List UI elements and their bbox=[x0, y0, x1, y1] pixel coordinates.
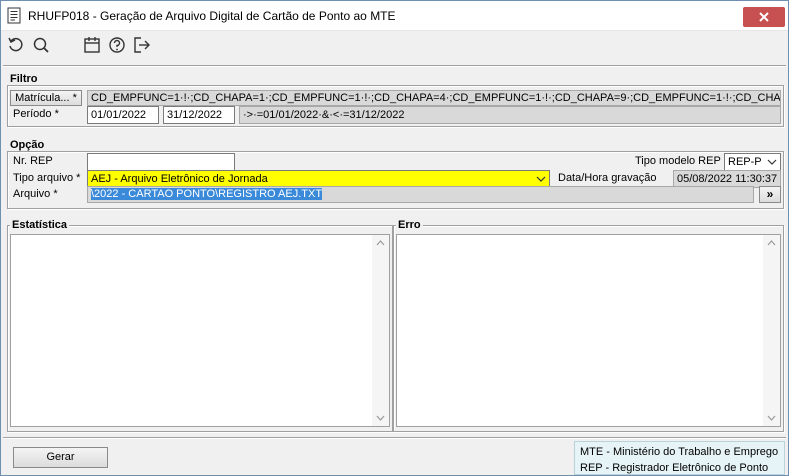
matricula-button[interactable]: Matrícula... * bbox=[10, 90, 82, 106]
exit-icon[interactable] bbox=[132, 35, 152, 55]
toolbar bbox=[1, 32, 788, 58]
legend-note-line-1: MTE - Ministério do Trabalho e Emprego bbox=[580, 446, 779, 458]
search-icon[interactable] bbox=[31, 35, 51, 55]
erro-label: Erro bbox=[396, 219, 423, 231]
close-icon bbox=[759, 12, 769, 22]
periodo-expression-field: ·>·=01/01/2022·&·<·=31/12/2022 bbox=[239, 106, 781, 124]
estatistica-label: Estatística bbox=[10, 219, 70, 231]
tipo-modelo-value: REP-P bbox=[728, 156, 762, 168]
chevron-down-icon[interactable] bbox=[376, 415, 385, 421]
tipo-modelo-select[interactable]: REP-P bbox=[724, 153, 781, 171]
title-bar: RHUFP018 - Geração de Arquivo Digital de… bbox=[1, 1, 788, 31]
legend-note: MTE - Ministério do Trabalho e Emprego R… bbox=[574, 441, 785, 475]
window-title: RHUFP018 - Geração de Arquivo Digital de… bbox=[28, 9, 396, 23]
arquivo-label: Arquivo * bbox=[13, 188, 58, 200]
close-button[interactable] bbox=[743, 7, 785, 27]
main-window: RHUFP018 - Geração de Arquivo Digital de… bbox=[0, 0, 789, 476]
estatistica-scrollbar[interactable] bbox=[372, 235, 389, 426]
tipo-modelo-label: Tipo modelo REP bbox=[635, 155, 721, 167]
legend-note-line-2: REP - Registrador Eletrônico de Ponto bbox=[580, 462, 769, 474]
help-icon[interactable] bbox=[107, 35, 127, 55]
periodo-inicio-field[interactable]: 01/01/2022 bbox=[87, 106, 159, 124]
chevron-down-icon[interactable] bbox=[767, 415, 776, 421]
gerar-button[interactable]: Gerar bbox=[13, 447, 108, 468]
periodo-fim-field[interactable]: 31/12/2022 bbox=[163, 106, 235, 124]
chevron-up-icon[interactable] bbox=[376, 240, 385, 246]
data-hora-label: Data/Hora gravação bbox=[558, 172, 657, 184]
nr-rep-field[interactable] bbox=[87, 153, 235, 171]
document-icon bbox=[7, 7, 21, 24]
separator bbox=[3, 437, 786, 439]
chevron-up-icon[interactable] bbox=[767, 240, 776, 246]
calendar-icon[interactable] bbox=[82, 35, 102, 55]
erro-scrollbar[interactable] bbox=[763, 235, 780, 426]
estatistica-textarea[interactable] bbox=[10, 234, 390, 427]
erro-textarea[interactable] bbox=[396, 234, 781, 427]
arquivo-value: \2022 - CARTAO PONTO\REGISTRO AEJ.TXT bbox=[91, 188, 323, 200]
nr-rep-label: Nr. REP bbox=[13, 155, 53, 167]
chevron-down-icon bbox=[536, 176, 546, 182]
matricula-field[interactable]: CD_EMPFUNC=1·!·;CD_CHAPA=1·;CD_EMPFUNC=1… bbox=[87, 90, 781, 106]
periodo-label: Período * bbox=[13, 108, 59, 120]
refresh-icon[interactable] bbox=[6, 35, 26, 55]
tipo-arquivo-value: AEJ - Arquivo Eletrônico de Jornada bbox=[91, 173, 268, 185]
separator bbox=[3, 65, 786, 67]
opcao-group-label: Opção bbox=[10, 139, 45, 151]
arquivo-field[interactable]: \2022 - CARTAO PONTO\REGISTRO AEJ.TXT bbox=[87, 186, 754, 203]
tipo-arquivo-label: Tipo arquivo * bbox=[13, 172, 81, 184]
browse-button[interactable]: » bbox=[759, 186, 781, 203]
filtro-group-label: Filtro bbox=[10, 73, 38, 85]
chevron-down-icon bbox=[767, 159, 777, 165]
